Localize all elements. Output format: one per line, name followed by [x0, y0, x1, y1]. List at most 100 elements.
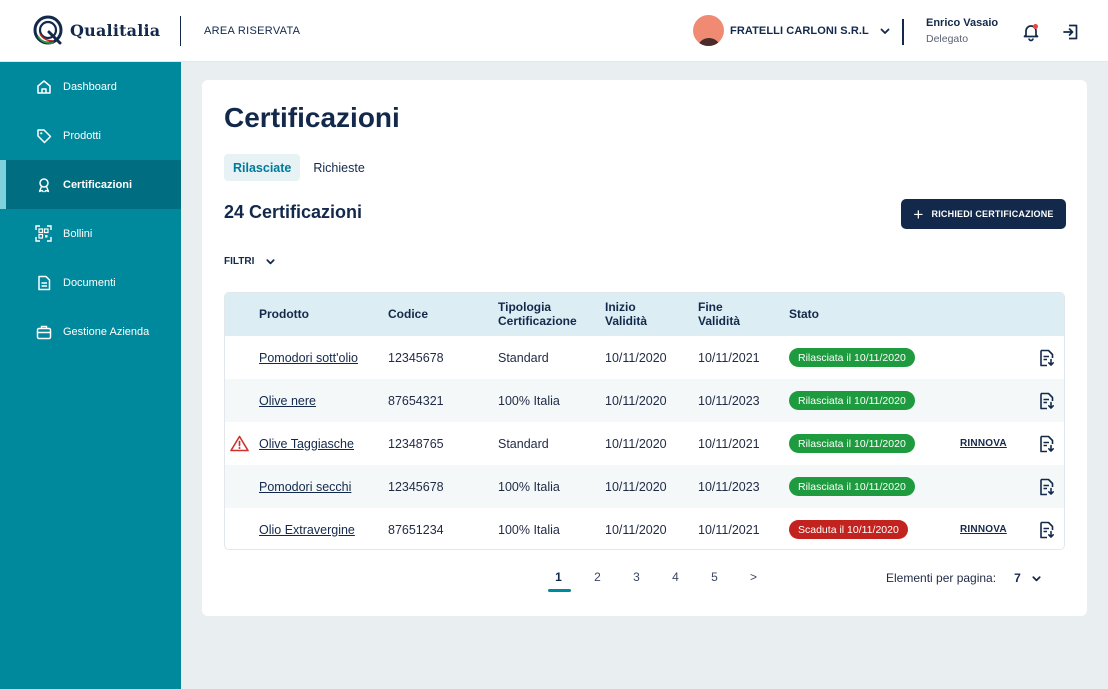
- type-cell: 100% Italia: [498, 522, 560, 537]
- per-page-value: 7: [1014, 571, 1021, 585]
- tag-icon: [35, 127, 52, 144]
- top-header: Qualitalia AREA RISERVATA FRATELLI CARLO…: [0, 0, 1108, 62]
- sidebar-item-documenti[interactable]: Documenti: [0, 258, 181, 307]
- column-header-end: Fine Validità: [698, 299, 741, 328]
- table-row: Olive nere 87654321 100% Italia 10/11/2020 1…: [225, 379, 1064, 422]
- end-date-cell: 10/11/2023: [698, 393, 760, 408]
- pagination-page[interactable]: 4: [656, 570, 695, 592]
- filters-label: FILTRI: [224, 256, 255, 267]
- main-card: Certificazioni Rilasciate Richieste 24 C…: [202, 80, 1087, 616]
- sidebar: Dashboard Prodotti Certificazioni Bollin…: [0, 62, 181, 689]
- download-document-icon[interactable]: [1039, 478, 1055, 496]
- code-cell: 12345678: [388, 350, 444, 365]
- warning-icon: [230, 422, 249, 465]
- start-date-cell: 10/11/2020: [605, 393, 667, 408]
- qualitalia-logo[interactable]: Qualitalia: [32, 14, 160, 46]
- renew-link[interactable]: RINNOVA: [960, 524, 1007, 535]
- sidebar-item-prodotti[interactable]: Prodotti: [0, 111, 181, 160]
- pagination-next[interactable]: >: [734, 570, 773, 592]
- header-divider: [180, 16, 181, 46]
- area-label: AREA RISERVATA: [204, 25, 301, 37]
- sidebar-item-label: Bollini: [63, 227, 93, 240]
- type-cell: 100% Italia: [498, 393, 560, 408]
- column-header-status: Stato: [789, 306, 819, 321]
- product-link[interactable]: Pomodori secchi: [259, 480, 351, 494]
- chevron-down-icon: [879, 25, 891, 37]
- pagination-page[interactable]: 5: [695, 570, 734, 592]
- sidebar-item-bollini[interactable]: Bollini: [0, 209, 181, 258]
- end-date-cell: 10/11/2023: [698, 479, 760, 494]
- status-badge: Rilasciata il 10/11/2020: [789, 391, 915, 410]
- user-role: Delegato: [926, 33, 969, 45]
- pagination-page[interactable]: 2: [578, 570, 617, 592]
- sidebar-item-gestione-azienda[interactable]: Gestione Azienda: [0, 307, 181, 356]
- filters-toggle[interactable]: FILTRI: [224, 256, 276, 267]
- download-document-icon[interactable]: [1039, 435, 1055, 453]
- request-certification-label: RICHIEDI CERTIFICAZIONE: [931, 209, 1054, 219]
- table-row: Olio Extravergine 87651234 100% Italia 10/1…: [225, 508, 1064, 549]
- chevron-down-icon: [1032, 575, 1041, 581]
- type-cell: Standard: [498, 350, 549, 365]
- bell-icon[interactable]: [1021, 22, 1041, 47]
- sidebar-item-label: Prodotti: [63, 129, 101, 142]
- qr-code-icon: [35, 225, 52, 242]
- sidebar-item-label: Dashboard: [63, 80, 117, 93]
- status-badge: Scaduta il 10/11/2020: [789, 520, 908, 539]
- download-document-icon[interactable]: [1039, 349, 1055, 367]
- code-cell: 12348765: [388, 436, 444, 451]
- request-certification-button[interactable]: + RICHIEDI CERTIFICAZIONE: [901, 199, 1066, 229]
- type-cell: Standard: [498, 436, 549, 451]
- download-document-icon[interactable]: [1039, 521, 1055, 539]
- header-divider-user: [902, 19, 904, 45]
- certifications-table: Prodotto Codice Tipologia Certificazione…: [224, 292, 1065, 550]
- plus-icon: +: [913, 204, 924, 224]
- logo-text: Qualitalia: [70, 20, 161, 40]
- user-info: Enrico Vasaio Delegato: [926, 17, 998, 45]
- code-cell: 87654321: [388, 393, 444, 408]
- code-cell: 87651234: [388, 522, 444, 537]
- tabs: Rilasciate Richieste: [224, 154, 378, 181]
- chevron-down-icon: [266, 259, 275, 265]
- company-avatar: [693, 15, 724, 46]
- table-row: Olive Taggiasche 12348765 Standard 10/11/20…: [225, 422, 1064, 465]
- home-icon: [35, 78, 52, 95]
- logout-icon[interactable]: [1062, 23, 1080, 46]
- sidebar-item-label: Certificazioni: [63, 178, 133, 191]
- column-header-product: Prodotto: [259, 306, 309, 321]
- per-page-dropdown[interactable]: 7: [1014, 571, 1042, 585]
- renew-link[interactable]: RINNOVA: [960, 438, 1007, 449]
- status-badge: Rilasciata il 10/11/2020: [789, 434, 915, 453]
- end-date-cell: 10/11/2021: [698, 522, 760, 537]
- start-date-cell: 10/11/2020: [605, 350, 667, 365]
- per-page-selector: Elementi per pagina: 7: [886, 571, 1042, 585]
- type-cell: 100% Italia: [498, 479, 560, 494]
- company-selector[interactable]: FRATELLI CARLONI S.R.L: [693, 15, 891, 46]
- product-link[interactable]: Olive Taggiasche: [259, 437, 354, 451]
- end-date-cell: 10/11/2021: [698, 350, 760, 365]
- tab-richieste[interactable]: Richieste: [304, 154, 373, 181]
- product-link[interactable]: Olive nere: [259, 394, 316, 408]
- table-body: Pomodori sott'olio 12345678 Standard 10/11/…: [225, 336, 1064, 549]
- page-title: Certificazioni: [224, 102, 400, 133]
- column-header-type: Tipologia Certificazione: [498, 299, 577, 328]
- sidebar-item-dashboard[interactable]: Dashboard: [0, 62, 181, 111]
- code-cell: 12345678: [388, 479, 444, 494]
- certifications-count: 24 Certificazioni: [224, 202, 363, 222]
- status-badge: Rilasciata il 10/11/2020: [789, 348, 915, 367]
- sidebar-item-label: Documenti: [63, 276, 116, 289]
- tab-rilasciate[interactable]: Rilasciate: [224, 154, 301, 181]
- product-link[interactable]: Olio Extravergine: [259, 523, 355, 537]
- end-date-cell: 10/11/2021: [698, 436, 760, 451]
- user-name: Enrico Vasaio: [926, 17, 999, 29]
- column-header-start: Inizio Validità: [605, 299, 648, 328]
- sidebar-item-certificazioni[interactable]: Certificazioni: [0, 160, 181, 209]
- pagination-page[interactable]: 1: [539, 570, 578, 592]
- status-badge: Rilasciata il 10/11/2020: [789, 477, 915, 496]
- product-link[interactable]: Pomodori sott'olio: [259, 351, 358, 365]
- column-header-code: Codice: [388, 306, 429, 321]
- start-date-cell: 10/11/2020: [605, 479, 667, 494]
- pagination-page[interactable]: 3: [617, 570, 656, 592]
- download-document-icon[interactable]: [1039, 392, 1055, 410]
- logo-mark-icon: [33, 15, 63, 45]
- per-page-label: Elementi per pagina:: [886, 571, 997, 585]
